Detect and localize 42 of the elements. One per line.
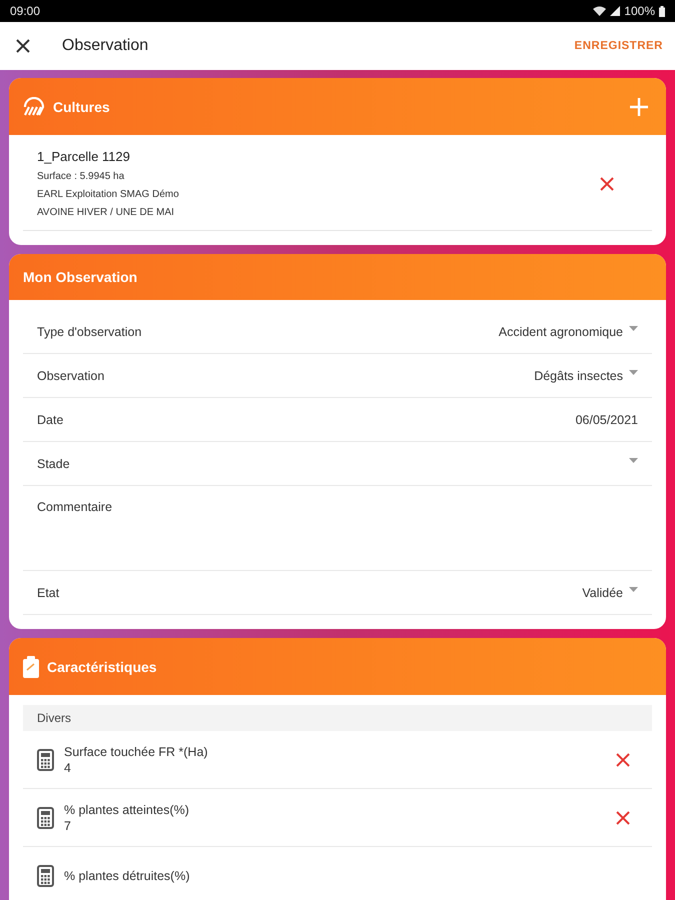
- status-time: 09:00: [10, 4, 40, 18]
- card-title: Cultures: [53, 98, 111, 114]
- card-title: Mon Observation: [23, 269, 138, 285]
- caret-icon: [629, 326, 638, 331]
- parcel-detail: AVOINE HIVER / UNE DE MAI: [37, 207, 176, 218]
- field-label: Date: [37, 412, 64, 426]
- wifi-icon: [593, 6, 606, 16]
- caret-icon: [629, 587, 638, 592]
- calculator-icon: [37, 748, 54, 770]
- item-label: Surface touchée FR *(Ha): [64, 744, 209, 758]
- cross-icon: [616, 810, 630, 824]
- cross-icon: [616, 752, 630, 766]
- field-label: Commentaire: [37, 500, 112, 514]
- item-value: 4: [64, 760, 72, 774]
- field-label: Etat: [37, 586, 60, 600]
- dropdown-field[interactable]: Accident agronomique: [478, 316, 638, 346]
- cross-icon: [600, 176, 614, 190]
- clipboard-icon: [23, 656, 39, 678]
- item-label: % plantes atteintes(%): [64, 802, 190, 816]
- parcel-name: 1_Parcelle 1129: [37, 149, 131, 164]
- field-label: Type d'observation: [37, 324, 142, 338]
- parcel-detail: EARL Exploitation SMAG Démo: [37, 189, 180, 200]
- group-title: Divers: [37, 711, 72, 725]
- caret-icon: [629, 458, 638, 463]
- item-label: % plantes détruites(%): [64, 868, 191, 882]
- parcel-detail: Surface : 5.9945 ha: [37, 171, 126, 182]
- calculator-icon: [37, 864, 54, 886]
- date-field[interactable]: 06/05/2021: [575, 412, 638, 426]
- signal-icon: [610, 6, 620, 16]
- card-title: Caractéristiques: [47, 658, 158, 674]
- page-title: Observation: [62, 37, 150, 55]
- dropdown-field[interactable]: Validée: [478, 578, 638, 608]
- dropdown-field[interactable]: Dégâts insectes: [478, 360, 638, 390]
- item-value: 7: [64, 818, 72, 832]
- calculator-icon: [37, 806, 54, 828]
- battery-level: 100%: [624, 4, 655, 18]
- field-label: Observation: [37, 368, 104, 382]
- close-icon: [16, 39, 30, 53]
- battery-icon: [659, 6, 665, 16]
- field-label: Stade: [37, 456, 70, 470]
- crop-icon: [23, 96, 45, 116]
- caret-icon: [629, 370, 638, 375]
